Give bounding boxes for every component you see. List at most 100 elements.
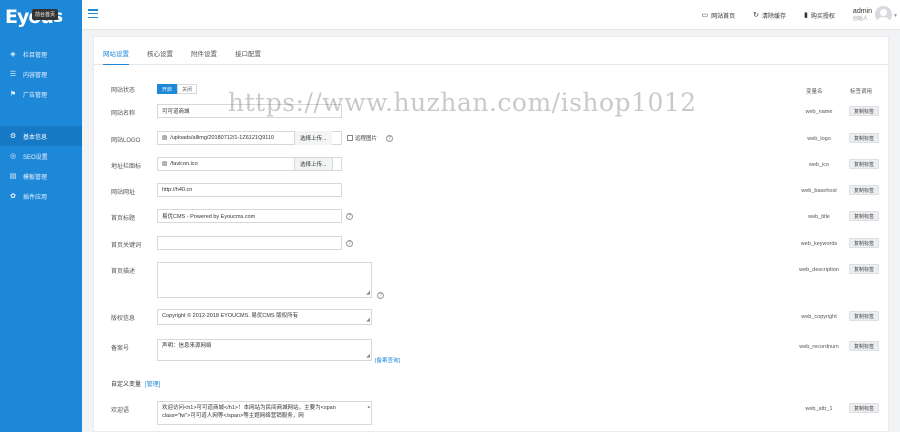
tooltip: 前台首页: [32, 9, 59, 20]
settings-panel: 网站设置 核心设置 附件设置 接口配置 变量名 标签调用 网站状态 开启 关闭 …: [93, 36, 889, 432]
clear-cache-link[interactable]: ↻ 清除缓存: [753, 11, 786, 20]
status-on-button[interactable]: 开启: [157, 84, 178, 94]
copy-tag-button[interactable]: 复制标签: [849, 211, 879, 221]
row-home-keywords: 首页关键词 ? web_keywords 复制标签: [94, 236, 888, 250]
home-title-input[interactable]: 易优CMS - Powered by Eyoucms.com: [157, 209, 342, 223]
custom-vars-section: 自定义变量 [管理]: [111, 379, 160, 388]
site-url-input[interactable]: http://h40.cn: [157, 183, 342, 197]
sidebar-group-settings: ⚙ 基本信息 ◎ SEO设置 ▤ 模板管理 ✿ 插件应用: [0, 116, 82, 206]
row-label: 备案号: [111, 346, 130, 352]
menu-toggle-icon[interactable]: [88, 9, 98, 18]
copy-tag-button[interactable]: 复制标签: [849, 311, 879, 321]
sidebar-item-seo[interactable]: ◎ SEO设置: [0, 146, 82, 166]
sidebar: Eyous 前台首页 ◈ 栏目管理 ☰ 内容管理 ⚑ 广告管理 ⚙ 基本信息 ◎ SEO设…: [0, 0, 82, 432]
record-number-textarea[interactable]: 声明：信息来源网络 ◢: [157, 339, 372, 361]
row-status: 网站状态 开启 关闭: [94, 84, 888, 98]
row-favicon: 地址栏图标 ▨/favicon.ico 选择上传... web_ico 复制标签: [94, 157, 888, 171]
user-name: admin: [852, 7, 872, 15]
row-home-description: 首页描述 ◢ ? web_description 复制标签: [94, 262, 888, 302]
record-query-link[interactable]: [备案查询]: [375, 356, 400, 364]
plugin-icon: ✿: [10, 192, 16, 200]
tab-site-settings[interactable]: 网站设置: [103, 48, 129, 65]
home-keywords-input[interactable]: [157, 236, 342, 250]
settings-tabs: 网站设置 核心设置 附件设置 接口配置: [94, 37, 888, 65]
row-label: 地址栏图标: [111, 164, 142, 170]
copy-tag-button[interactable]: 复制标签: [849, 341, 879, 351]
welcome-textarea[interactable]: 欢迎访问<h1>可可道商城</h1>！本网站为民间商城网站，主要为<span c…: [157, 401, 372, 425]
buy-license-label: 购买授权: [810, 13, 835, 20]
row-home-title: 首页标题 易优CMS - Powered by Eyoucms.com ? we…: [94, 209, 888, 223]
row-label: 首页关键词: [111, 243, 142, 249]
home-description-textarea[interactable]: ◢: [157, 262, 372, 298]
row-label: 网站LOGO: [111, 138, 141, 144]
image-icon: ▨: [162, 161, 168, 167]
row-site-url: 网站网址 http://h40.cn web_basehost 复制标签: [94, 183, 888, 197]
sidebar-group-content: ◈ 栏目管理 ☰ 内容管理 ⚑ 广告管理: [0, 34, 82, 104]
copy-tag-button[interactable]: 复制标签: [849, 106, 879, 116]
tab-api-settings[interactable]: 接口配置: [235, 48, 261, 65]
welcome-value: 欢迎访问<h1>可可道商城</h1>！本网站为民间商城网站，主要为<span c…: [162, 405, 336, 419]
layers-icon: ◈: [10, 50, 16, 58]
copy-tag-button[interactable]: 复制标签: [849, 264, 879, 274]
user-info[interactable]: admin 创始人: [853, 8, 872, 22]
sidebar-item-basic-info[interactable]: ⚙ 基本信息: [0, 126, 82, 146]
sidebar-item-label: 栏目管理: [23, 52, 48, 59]
resize-grip-icon[interactable]: ◢: [366, 353, 370, 360]
template-icon: ▤: [9, 172, 17, 180]
site-home-link[interactable]: ▭ 网站首页: [702, 11, 736, 20]
sidebar-item-columns[interactable]: ◈ 栏目管理: [0, 44, 82, 64]
logo-path-value: /uploads/allimg/20180712/1-1Z6121Q9110: [170, 135, 275, 141]
sidebar-item-label: 内容管理: [23, 72, 48, 79]
copy-tag-button[interactable]: 复制标签: [849, 159, 879, 169]
seo-icon: ◎: [9, 152, 17, 160]
copy-tag-button[interactable]: 复制标签: [849, 403, 879, 413]
sidebar-item-label: SEO设置: [23, 154, 48, 161]
row-label: 网站网址: [111, 190, 136, 196]
site-name-input[interactable]: 可可道商城: [157, 104, 342, 118]
buy-license-link[interactable]: ▮ 购买授权: [804, 11, 835, 20]
brand-logo[interactable]: Eyous 前台首页: [0, 0, 82, 34]
resize-grip-icon[interactable]: ◢: [366, 317, 370, 324]
site-home-label: 网站首页: [711, 13, 736, 20]
copy-tag-button[interactable]: 复制标签: [849, 238, 879, 248]
sidebar-item-label: 广告管理: [23, 92, 48, 99]
resize-grip-icon[interactable]: ◢: [366, 290, 370, 297]
help-icon[interactable]: ?: [346, 240, 353, 247]
favicon-upload-button[interactable]: 选择上传...: [294, 157, 333, 171]
logo-upload-button[interactable]: 选择上传...: [294, 131, 332, 145]
avatar[interactable]: [875, 6, 892, 23]
sidebar-item-ads[interactable]: ⚑ 广告管理: [0, 84, 82, 104]
copy-tag-button[interactable]: 复制标签: [849, 185, 879, 195]
bookmark-icon: ▮: [804, 12, 808, 19]
sidebar-item-label: 插件应用: [23, 194, 48, 201]
info-icon: ⚙: [9, 132, 17, 140]
top-links: ▭ 网站首页 ↻ 清除缓存 ▮ 购买授权 admin 创始人: [702, 0, 872, 30]
record-number-value: 声明：信息来源网络: [162, 343, 212, 349]
sidebar-item-content[interactable]: ☰ 内容管理: [0, 64, 82, 84]
status-off-button[interactable]: 关闭: [177, 84, 198, 94]
sidebar-item-plugins[interactable]: ✿ 插件应用: [0, 186, 82, 206]
ad-icon: ⚑: [9, 90, 17, 98]
custom-vars-manage-link[interactable]: [管理]: [145, 382, 160, 388]
tab-attachment-settings[interactable]: 附件设置: [191, 48, 217, 65]
row-welcome: 欢迎语 欢迎访问<h1>可可道商城</h1>！本网站为民间商城网站，主要为<sp…: [94, 401, 888, 427]
copyright-textarea[interactable]: Copyright © 2012-2018 EYOUCMS. 易优CMS 版权所…: [157, 309, 372, 325]
status-toggle: 开启 关闭: [157, 84, 198, 94]
row-label: 首页标题: [111, 216, 136, 222]
checkbox-box: [347, 135, 353, 141]
help-icon[interactable]: ?: [377, 292, 384, 299]
row-site-name: 网站名称 可可道商城 web_name 复制标签: [94, 104, 888, 118]
scrollbar[interactable]: ▴: [367, 404, 370, 411]
sidebar-item-label: 模板管理: [23, 174, 48, 181]
sidebar-item-templates[interactable]: ▤ 模板管理: [0, 166, 82, 186]
sidebar-item-label: 基本信息: [23, 134, 48, 141]
remote-image-checkbox[interactable]: 远程图片: [347, 134, 377, 142]
chevron-down-icon[interactable]: ▼: [893, 13, 898, 19]
tab-core-settings[interactable]: 核心设置: [147, 48, 173, 65]
help-icon[interactable]: ?: [386, 135, 393, 142]
row-logo: 网站LOGO ▨/uploads/allimg/20180712/1-1Z612…: [94, 131, 888, 145]
row-label: 首页描述: [111, 269, 136, 275]
copy-tag-button[interactable]: 复制标签: [849, 133, 879, 143]
help-icon[interactable]: ?: [346, 213, 353, 220]
row-label: 网站名称: [111, 111, 136, 117]
